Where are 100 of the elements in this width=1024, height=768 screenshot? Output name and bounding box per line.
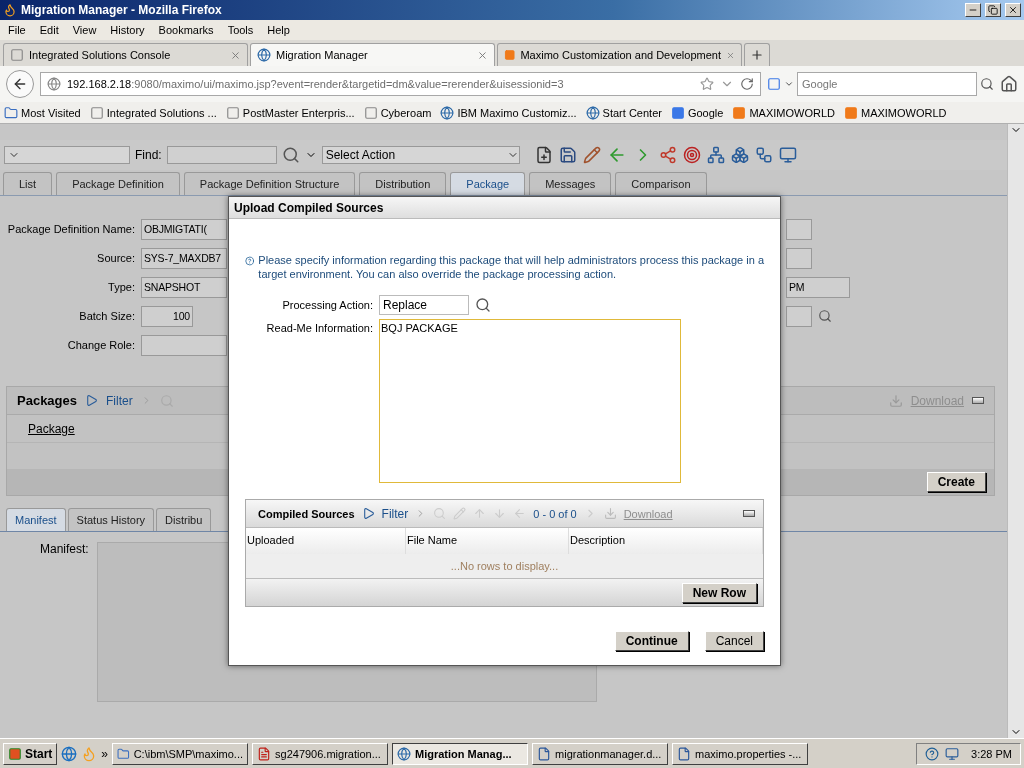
help-icon[interactable]	[925, 746, 940, 761]
page-range: 0 - 0 of 0	[533, 507, 577, 520]
text-field[interactable]	[141, 334, 227, 356]
app-tab[interactable]: Comparison	[615, 172, 707, 195]
new-row-button[interactable]: New Row	[681, 582, 757, 603]
dialog-button[interactable]: Continue	[614, 631, 689, 651]
detail-tab[interactable]: Status History	[67, 508, 155, 531]
workflow-icon[interactable]	[754, 146, 773, 164]
text-field[interactable]	[786, 247, 812, 269]
column-header[interactable]: Package	[28, 421, 75, 436]
collapse-icon[interactable]	[743, 510, 755, 517]
app-tab[interactable]: Package	[450, 172, 526, 195]
bookmark-link[interactable]: MAXIMOWORLD	[843, 105, 947, 120]
scrollbar[interactable]	[1007, 124, 1024, 738]
menu-item[interactable]: Bookmarks	[152, 22, 220, 38]
select-action-dropdown[interactable]: Select Action	[321, 146, 520, 164]
browser-logo-icon	[3, 3, 17, 17]
detail-tab[interactable]: Distribu	[156, 508, 212, 531]
clock: 3:28 PM	[971, 747, 1012, 760]
app-tab[interactable]: Package Definition	[56, 172, 180, 195]
start-button[interactable]: Start	[3, 742, 58, 765]
dropdown-icon	[784, 79, 794, 89]
bookmark-link[interactable]: MAXIMOWORLD	[732, 105, 835, 120]
menu-item[interactable]: Help	[261, 22, 296, 38]
search-icon	[281, 146, 300, 164]
text-field[interactable]: PM	[786, 276, 850, 298]
app-tab[interactable]: Package Definition Structure	[183, 172, 356, 195]
bookmark-link[interactable]: IBM Maximo Customiz...	[440, 105, 577, 120]
boxes-icon[interactable]	[730, 146, 749, 164]
target-icon[interactable]	[682, 146, 701, 164]
close-icon	[230, 49, 241, 61]
taskbar-item[interactable]: C:\ibm\SMP\maximo...	[112, 742, 249, 765]
new-page-icon[interactable]	[534, 146, 553, 164]
text-field[interactable]: OBJMIGTATI(	[141, 218, 227, 240]
star-icon	[700, 77, 714, 91]
readme-text-area[interactable]: BQJ PACKAGE	[379, 319, 681, 483]
menu-item[interactable]: History	[104, 22, 151, 38]
taskbar-item[interactable]: migrationmanager.d...	[532, 742, 669, 765]
browser-tab[interactable]: Maximo Customization and Development	[497, 43, 742, 66]
detail-tab[interactable]: Manifest	[6, 508, 66, 531]
more-button[interactable]: »	[101, 746, 109, 761]
taskbar-item[interactable]: sg247906.migration...	[252, 742, 389, 765]
close-button[interactable]	[1005, 3, 1021, 17]
blank-page-icon	[10, 48, 24, 62]
bookmark-link[interactable]: Most Visited	[4, 105, 81, 120]
text-field[interactable]	[786, 305, 812, 327]
app-tab[interactable]: Messages	[529, 172, 612, 195]
section-title: Packages	[17, 393, 77, 408]
app-tab[interactable]: Distribution	[359, 172, 447, 195]
processing-action-field[interactable]: Replace	[379, 295, 469, 315]
document-icon	[677, 746, 692, 761]
search-field[interactable]: Google	[797, 72, 977, 96]
app-tab[interactable]: List	[3, 172, 53, 195]
text-field[interactable]: 100	[141, 305, 193, 327]
globe-icon	[440, 105, 455, 120]
restore-button[interactable]	[985, 3, 1001, 17]
section-title: Compiled Sources	[258, 507, 355, 520]
field-label: Source:	[96, 252, 135, 264]
taskbar-item[interactable]: Migration Manag...	[392, 742, 529, 765]
pencil-icon[interactable]	[582, 146, 601, 164]
bookmark-link[interactable]: PostMaster Enterpris...	[225, 105, 355, 120]
address-field[interactable]: 192.168.2.18:9080/maximo/ui/maximo.jsp?event=render&targetid=dm&value=rerender&uisessionid=3	[40, 72, 761, 96]
text-field[interactable]: SNAPSHOT	[141, 276, 227, 298]
browser-tab[interactable]: Integrated Solutions Console	[3, 43, 248, 66]
search-icon[interactable]	[475, 297, 491, 313]
filter-link[interactable]: Filter	[381, 506, 409, 521]
menu-item[interactable]: File	[2, 22, 32, 38]
back-button[interactable]	[6, 70, 34, 98]
minimize-button[interactable]	[965, 3, 981, 17]
bookmark-link[interactable]: Google	[670, 105, 724, 120]
menu-item[interactable]: Edit	[33, 22, 65, 38]
pencil-icon	[453, 507, 467, 520]
create-button[interactable]: Create	[926, 472, 986, 492]
column-header: File Name	[406, 528, 569, 554]
bookmark-link[interactable]: Cyberoam	[363, 105, 432, 120]
collapse-icon[interactable]	[972, 397, 984, 404]
text-field[interactable]	[786, 218, 812, 240]
filter-link[interactable]: Filter	[106, 393, 133, 408]
bookmark-link[interactable]: Start Center	[585, 105, 662, 120]
bookmark-link[interactable]: Integrated Solutions ...	[89, 105, 217, 120]
globe-icon	[397, 746, 412, 761]
search-icon[interactable]	[818, 309, 832, 323]
menu-item[interactable]: View	[66, 22, 103, 38]
browser-icon[interactable]	[61, 745, 78, 762]
find-field[interactable]	[166, 146, 277, 164]
reload-icon	[740, 77, 754, 91]
browser-tab[interactable]: Migration Manager	[250, 43, 495, 66]
home-icon	[1000, 75, 1018, 93]
dialog-button[interactable]: Cancel	[704, 631, 764, 651]
menu-item[interactable]: Tools	[221, 22, 260, 38]
plus-icon	[750, 48, 764, 62]
close-icon	[477, 49, 488, 61]
dropdown[interactable]	[4, 146, 130, 164]
text-field[interactable]: SYS-7_MAXDB7	[141, 247, 227, 269]
taskbar-item[interactable]: maximo.properties -...	[672, 742, 809, 765]
search-icon	[980, 77, 994, 91]
download-icon	[603, 507, 617, 520]
triangle-icon	[361, 507, 375, 520]
globe-icon	[585, 105, 600, 120]
save-icon[interactable]	[558, 146, 577, 164]
